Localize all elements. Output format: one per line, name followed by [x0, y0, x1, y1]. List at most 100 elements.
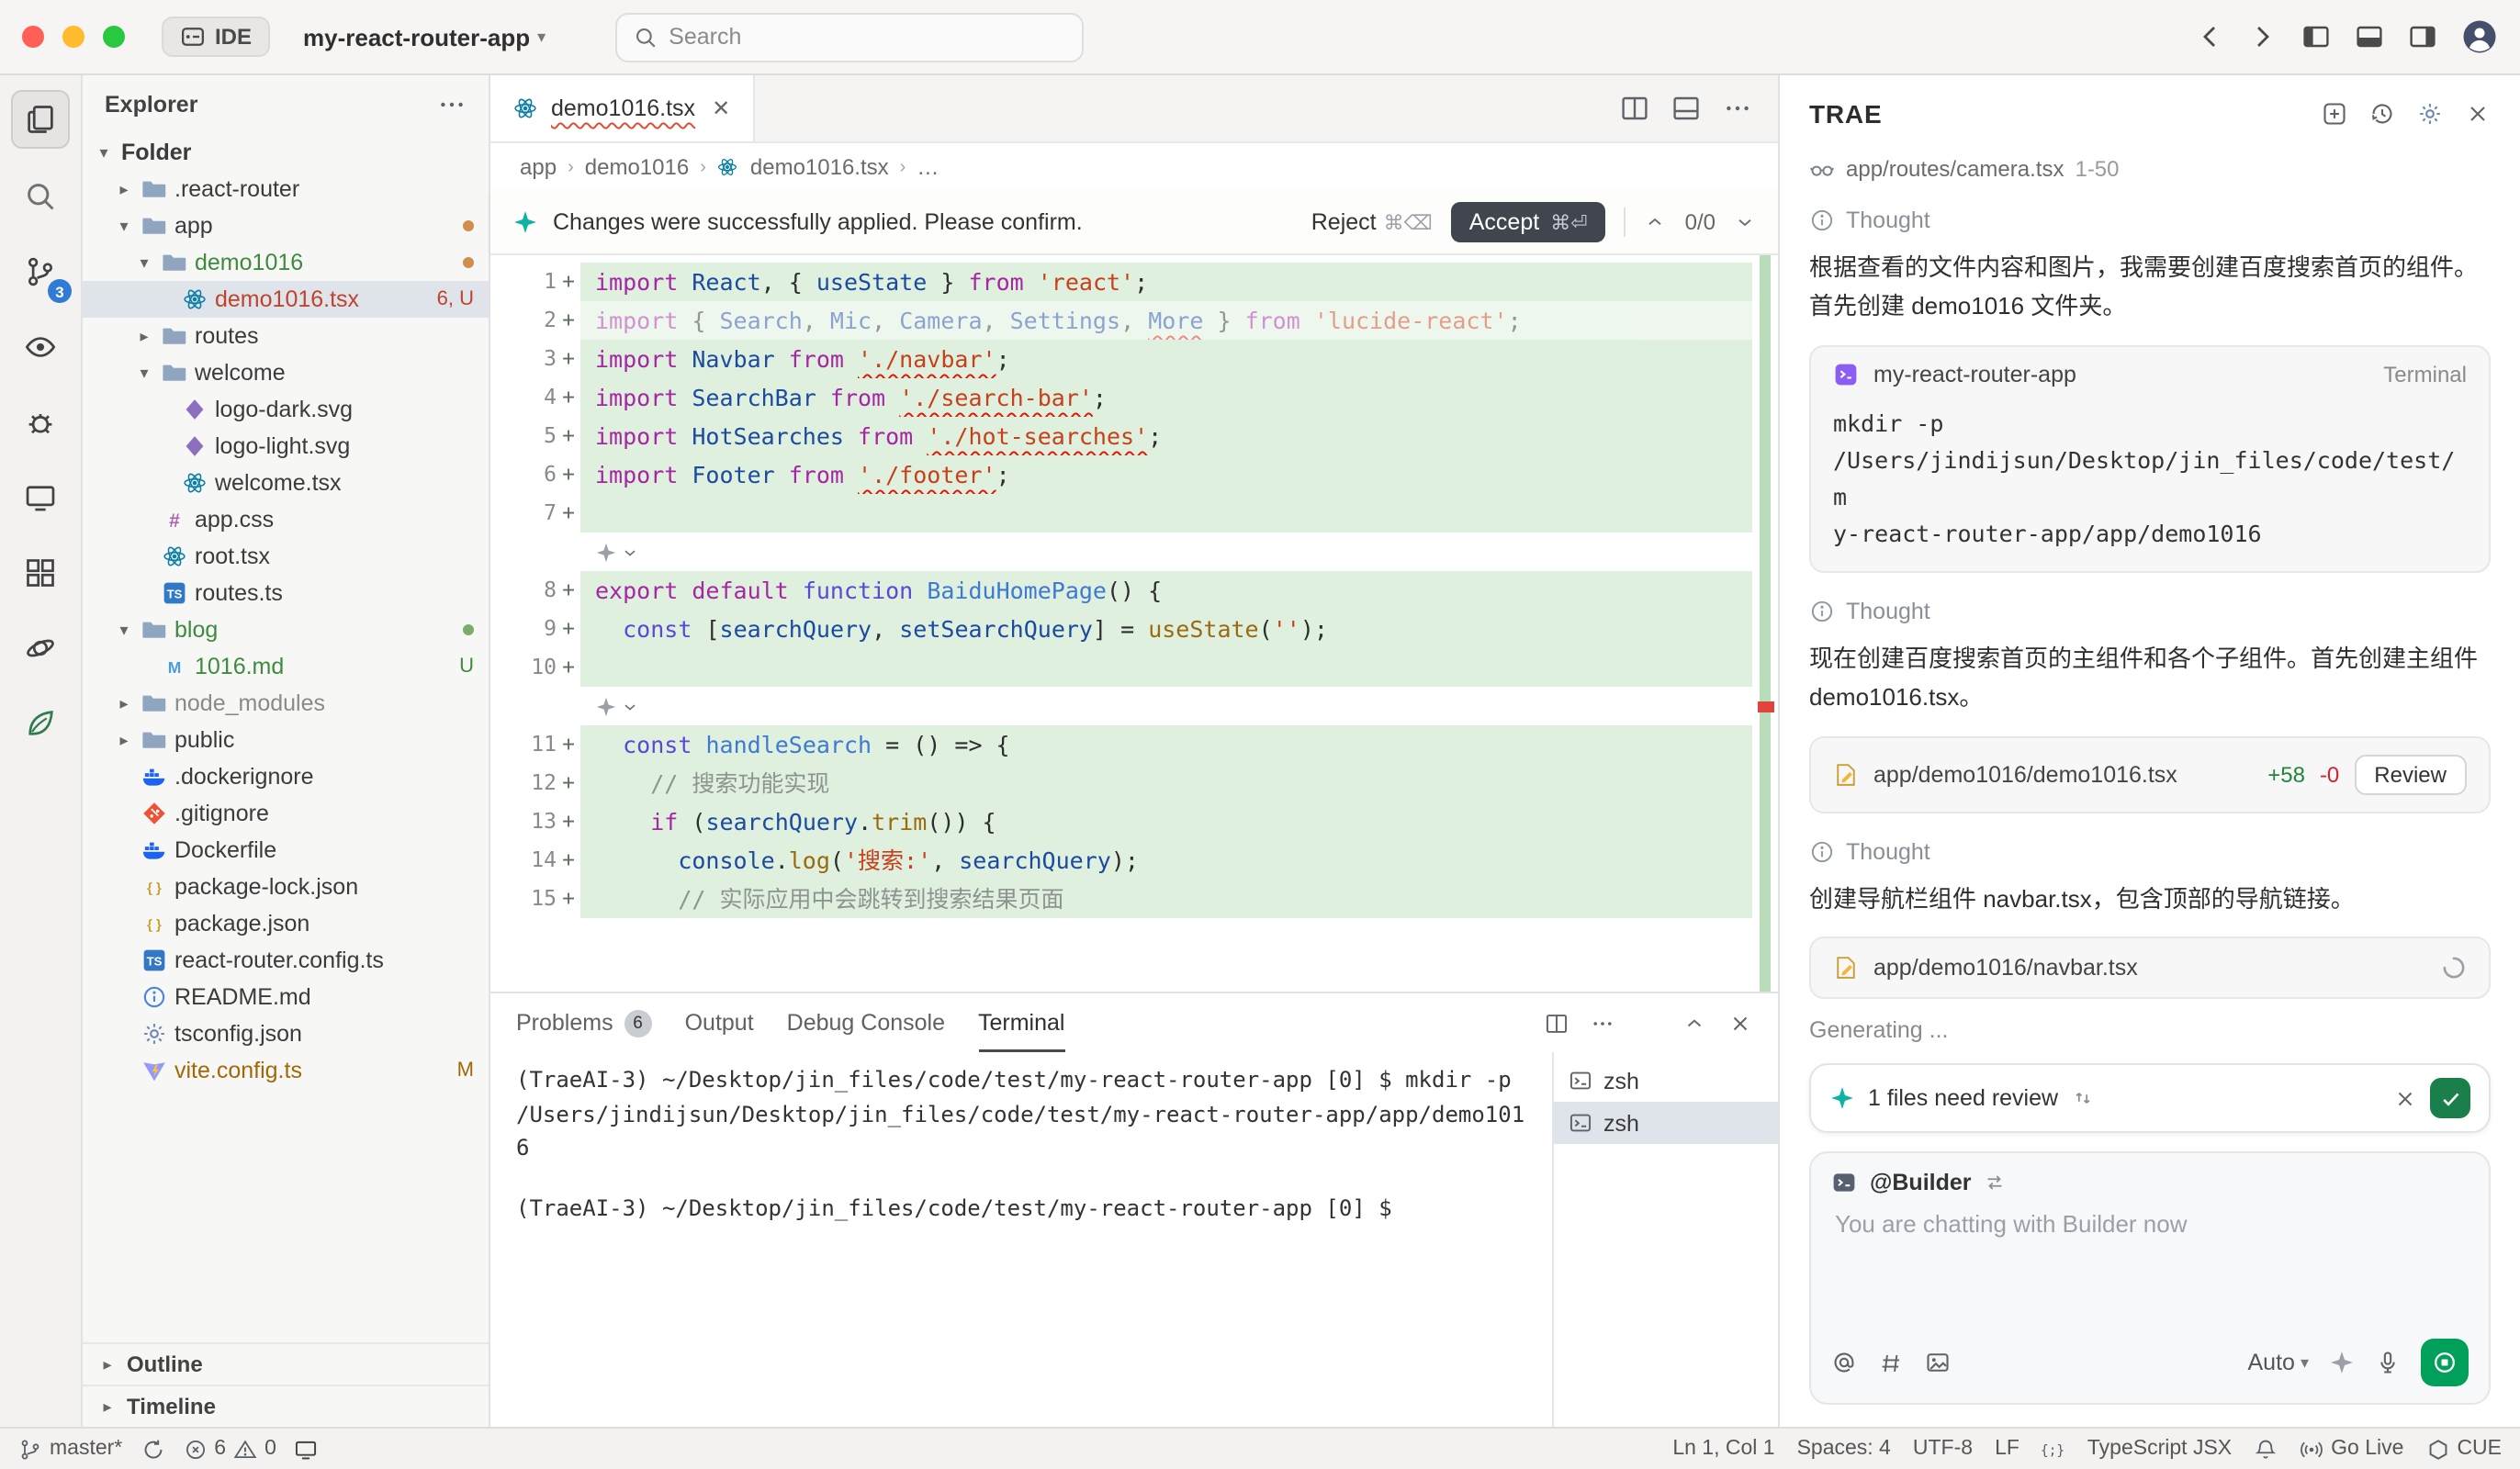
code-line-1[interactable]: 1+import React, { useState } from 'react…: [490, 263, 1752, 301]
code-line-3[interactable]: 3+import Navbar from './navbar';: [490, 340, 1752, 378]
code-editor[interactable]: 1+import React, { useState } from 'react…: [490, 255, 1778, 992]
panel-tab-problems[interactable]: Problems6: [516, 993, 652, 1052]
tree-item-public[interactable]: ▸public: [83, 722, 489, 758]
code-line-6[interactable]: 6+import Footer from './footer';: [490, 455, 1752, 494]
tree-item-routes[interactable]: ▸routes: [83, 318, 489, 354]
tree-item-logo-light-svg[interactable]: logo-light.svg: [83, 428, 489, 465]
forward-button[interactable]: [2248, 22, 2278, 51]
terminal-instance-zsh[interactable]: zsh: [1554, 1060, 1778, 1102]
activity-explorer-icon[interactable]: [11, 90, 70, 149]
tree-item-vite-config-ts[interactable]: vite.config.tsM: [83, 1052, 489, 1089]
voice-input-icon[interactable]: [2375, 1350, 2401, 1375]
cursor-position[interactable]: Ln 1, Col 1: [1672, 1438, 1774, 1460]
settings-gear-icon[interactable]: [2417, 101, 2443, 127]
accept-button[interactable]: Accept ⌘⏎: [1451, 202, 1606, 242]
new-chat-icon[interactable]: [2322, 101, 2347, 127]
code-line-10[interactable]: 10+: [490, 648, 1752, 687]
cycle-files-icon[interactable]: [2071, 1087, 2093, 1109]
tree-item-node-modules[interactable]: ▸node_modules: [83, 685, 489, 722]
eol-indicator[interactable]: LF: [1995, 1438, 2019, 1460]
maximize-window-button[interactable]: [103, 26, 125, 48]
dismiss-review-icon[interactable]: [2393, 1086, 2417, 1110]
tree-item--gitignore[interactable]: .gitignore: [83, 795, 489, 832]
context-tag-icon[interactable]: [1879, 1351, 1903, 1374]
activity-plugins-icon[interactable]: [13, 696, 68, 751]
tree-item-blog[interactable]: ▾blog: [83, 611, 489, 648]
tree-item-package-json[interactable]: { }package.json: [83, 905, 489, 942]
tree-item-routes-ts[interactable]: TSroutes.ts: [83, 575, 489, 611]
toggle-right-panel-button[interactable]: [2408, 22, 2437, 51]
attach-image-icon[interactable]: [1925, 1350, 1951, 1375]
code-line-9[interactable]: 9+ const [searchQuery, setSearchQuery] =…: [490, 610, 1752, 648]
tree-item-tsconfig-json[interactable]: tsconfig.json: [83, 1015, 489, 1052]
activity-remote-window-icon[interactable]: [13, 470, 68, 525]
code-line-8[interactable]: 8+export default function BaiduHomePage(…: [490, 571, 1752, 610]
problems-indicator[interactable]: 6 0: [183, 1437, 276, 1461]
panel-layout-icon[interactable]: [1545, 1011, 1569, 1035]
chat-input[interactable]: You are chatting with Builder now: [1831, 1195, 2469, 1339]
code-line-13[interactable]: 13+ if (searchQuery.trim()) {: [490, 802, 1752, 841]
review-button[interactable]: Review: [2354, 755, 2467, 795]
tree-item-demo1016-tsx[interactable]: demo1016.tsx6, U: [83, 281, 489, 318]
file-change-card[interactable]: app/demo1016/demo1016.tsx +58 -0 Review: [1809, 736, 2491, 813]
git-branch-indicator[interactable]: master*: [18, 1437, 122, 1461]
editor-more-icon[interactable]: [1723, 94, 1752, 123]
code-line-14[interactable]: 14+ console.log('搜索:', searchQuery);: [490, 841, 1752, 880]
back-button[interactable]: [2195, 22, 2224, 51]
next-change-button[interactable]: [1734, 211, 1756, 233]
code-line-15[interactable]: 15+ // 实际应用中会跳转到搜索结果页面: [490, 880, 1752, 918]
global-search-box[interactable]: Search: [615, 12, 1084, 62]
encoding-indicator[interactable]: UTF-8: [1913, 1438, 1973, 1460]
tree-item-react-router-config-ts[interactable]: TSreact-router.config.ts: [83, 942, 489, 979]
stop-generation-button[interactable]: [2421, 1339, 2469, 1386]
close-tab-icon[interactable]: ✕: [712, 95, 730, 121]
activity-integrations-icon[interactable]: [13, 621, 68, 676]
notifications-bell-icon[interactable]: [2254, 1437, 2278, 1461]
tree-item--react-router[interactable]: ▸.react-router: [83, 171, 489, 207]
sync-changes-icon[interactable]: [141, 1437, 164, 1461]
tree-item-app[interactable]: ▾app: [83, 207, 489, 244]
toggle-left-panel-button[interactable]: [2301, 22, 2331, 51]
switch-agent-icon[interactable]: [1985, 1172, 2007, 1194]
activity-debug-icon[interactable]: [13, 395, 68, 450]
breadcrumb-item[interactable]: demo1016: [585, 154, 689, 180]
tree-item-root-tsx[interactable]: root.tsx: [83, 538, 489, 575]
language-mode[interactable]: TypeScript JSX: [2087, 1438, 2232, 1460]
toggle-bottom-panel-button[interactable]: [2355, 22, 2384, 51]
activity-extensions-icon[interactable]: [13, 545, 68, 600]
account-avatar[interactable]: [2461, 18, 2498, 55]
tree-item--dockerignore[interactable]: .dockerignore: [83, 758, 489, 795]
code-line-7[interactable]: 7+: [490, 494, 1752, 533]
inline-widget-row[interactable]: [490, 687, 1752, 725]
panel-tab-output[interactable]: Output: [685, 993, 754, 1052]
context-reference[interactable]: app/routes/camera.tsx 1-50: [1809, 156, 2491, 182]
terminal-instance-zsh[interactable]: zsh: [1554, 1102, 1778, 1144]
inline-widget-row[interactable]: [490, 533, 1752, 571]
chat-history-icon[interactable]: [2369, 101, 2395, 127]
model-selector[interactable]: Auto ▾: [2248, 1350, 2310, 1375]
activity-search-icon[interactable]: [13, 169, 68, 224]
maximize-panel-icon[interactable]: [1682, 1011, 1706, 1035]
activity-preview-icon[interactable]: [13, 320, 68, 375]
ports-icon[interactable]: [295, 1437, 319, 1461]
tree-item-dockerfile[interactable]: Dockerfile: [83, 832, 489, 869]
reject-button[interactable]: Reject ⌘⌫: [1311, 209, 1433, 235]
tree-item-demo1016[interactable]: ▾demo1016: [83, 244, 489, 281]
breadcrumb-item[interactable]: app: [520, 154, 557, 180]
enhance-prompt-icon[interactable]: [2329, 1350, 2355, 1375]
accept-all-button[interactable]: [2430, 1078, 2470, 1118]
file-generating-card[interactable]: app/demo1016/navbar.tsx: [1809, 936, 2491, 999]
tree-item-logo-dark-svg[interactable]: logo-dark.svg: [83, 391, 489, 428]
go-live-button[interactable]: Go Live: [2300, 1437, 2403, 1461]
terminal-card-tag[interactable]: Terminal: [2383, 362, 2467, 387]
timeline-section[interactable]: ▸ Timeline: [83, 1385, 489, 1427]
panel-tab-terminal[interactable]: Terminal: [978, 993, 1065, 1052]
agent-name[interactable]: @Builder: [1870, 1170, 1972, 1195]
terminal-output[interactable]: (TraeAI-3) ~/Desktop/jin_files/code/test…: [490, 1052, 1552, 1427]
code-line-5[interactable]: 5+import HotSearches from './hot-searche…: [490, 417, 1752, 455]
outline-section[interactable]: ▸ Outline: [83, 1342, 489, 1385]
tree-item-app-css[interactable]: #app.css: [83, 501, 489, 538]
panel-more-icon[interactable]: [1591, 1011, 1614, 1035]
tree-item-folder[interactable]: ▾Folder: [83, 134, 489, 171]
split-editor-icon[interactable]: [1620, 94, 1649, 123]
